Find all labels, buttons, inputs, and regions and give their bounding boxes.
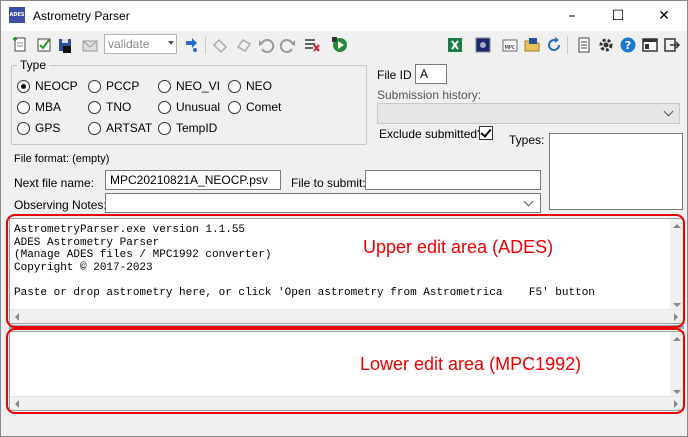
radio-icon [158,122,171,135]
scroll-right-icon[interactable] [674,313,678,321]
observing-notes-label: Observing Notes: [14,198,107,212]
title-bar[interactable]: ADES Astrometry Parser – ☐ ✕ [1,1,687,31]
close-button[interactable]: ✕ [641,1,687,31]
radio-icon [88,122,101,135]
console-icon[interactable] [641,36,659,54]
types-label: Types: [509,133,545,147]
folder-icon[interactable] [523,36,541,54]
radio-icon [17,122,30,135]
submission-history-combo[interactable] [377,103,680,124]
minimize-button[interactable]: – [549,1,595,31]
upper-edit-area[interactable]: AstrometryParser.exe version 1.1.55 ADES… [9,218,684,324]
checklist-icon[interactable] [35,36,53,54]
svg-text:?: ? [625,39,631,52]
toolbar-separator [567,36,568,54]
edit-area-splitter[interactable] [9,325,684,329]
upper-horizontal-scrollbar[interactable] [10,309,683,323]
radio-icon [158,80,171,93]
astrometrica-icon[interactable] [474,36,492,54]
document-icon[interactable] [575,36,593,54]
submission-history-label: Submission history: [377,88,482,102]
radio-icon [228,80,241,93]
file-to-submit-label: File to submit: [291,176,366,190]
exclude-submitted-checkbox[interactable] [479,126,493,140]
maximize-button[interactable]: ☐ [595,1,641,31]
upper-edit-annotation: Upper edit area (ADES) [363,237,554,257]
tool-disabled-1-icon[interactable] [211,36,229,54]
help-icon[interactable]: ? [619,36,637,54]
types-list[interactable] [549,133,683,210]
file-id-input[interactable]: A [415,64,447,84]
clear-icon[interactable] [303,36,321,54]
radio-icon [17,101,30,114]
scroll-down-icon[interactable] [673,390,681,394]
scroll-left-icon[interactable] [15,400,19,408]
file-format-value: (empty) [72,153,110,165]
scroll-up-icon[interactable] [673,337,681,341]
file-format-label: File format: (empty) [14,153,110,165]
save-icon[interactable] [57,36,75,54]
next-file-name-input[interactable]: MPC20210821A_NEOCP.psv [105,170,281,190]
tool-disabled-2-icon[interactable] [235,36,253,54]
lower-edit-annotation: Lower edit area (MPC1992) [360,354,582,374]
undo-icon[interactable] [257,36,275,54]
lower-horizontal-scrollbar[interactable] [10,396,683,410]
play-icon[interactable] [331,36,349,54]
window-title: Astrometry Parser [33,9,130,23]
redo-icon[interactable] [279,36,297,54]
exit-icon[interactable] [663,36,681,54]
svg-text:MPC: MPC [505,45,516,51]
radio-icon [158,101,171,114]
toolbar-separator [205,36,206,54]
lower-vertical-scrollbar[interactable] [670,332,683,399]
run-icon[interactable] [183,36,201,54]
radio-icon [228,101,241,114]
chevron-down-icon [168,41,174,45]
radio-icon [88,80,101,93]
exclude-submitted-label: Exclude submitted? [379,127,484,141]
email-icon[interactable] [81,36,99,54]
lower-edit-area[interactable] [9,331,684,411]
validate-combo[interactable]: validate [104,34,177,54]
upper-edit-content: AstrometryParser.exe version 1.1.55 ADES… [14,224,595,299]
file-id-label: File ID [377,68,412,82]
excel-icon[interactable] [446,36,464,54]
observing-notes-combo[interactable] [105,193,541,213]
chevron-down-icon [663,106,674,117]
chevron-down-icon [523,196,534,207]
toolbar: validate MPC ? [1,31,687,59]
mpc-icon[interactable]: MPC [501,36,519,54]
app-icon: ADES [9,7,25,23]
new-file-icon[interactable] [11,36,29,54]
gear-icon[interactable] [597,36,615,54]
scroll-right-icon[interactable] [674,400,678,408]
scroll-up-icon[interactable] [673,224,681,228]
scroll-down-icon[interactable] [673,303,681,307]
upper-vertical-scrollbar[interactable] [670,219,683,312]
main-window: ADES Astrometry Parser – ☐ ✕ validate MP… [0,0,688,437]
file-to-submit-input[interactable] [365,170,541,190]
radio-selected-icon [17,80,30,93]
type-group-label: Type [17,58,50,72]
next-file-name-label: Next file name: [14,176,95,190]
status-bar [1,420,687,436]
radio-icon [88,101,101,114]
validate-combo-value: validate [108,37,150,51]
scroll-left-icon[interactable] [15,313,19,321]
refresh-icon[interactable] [545,36,563,54]
